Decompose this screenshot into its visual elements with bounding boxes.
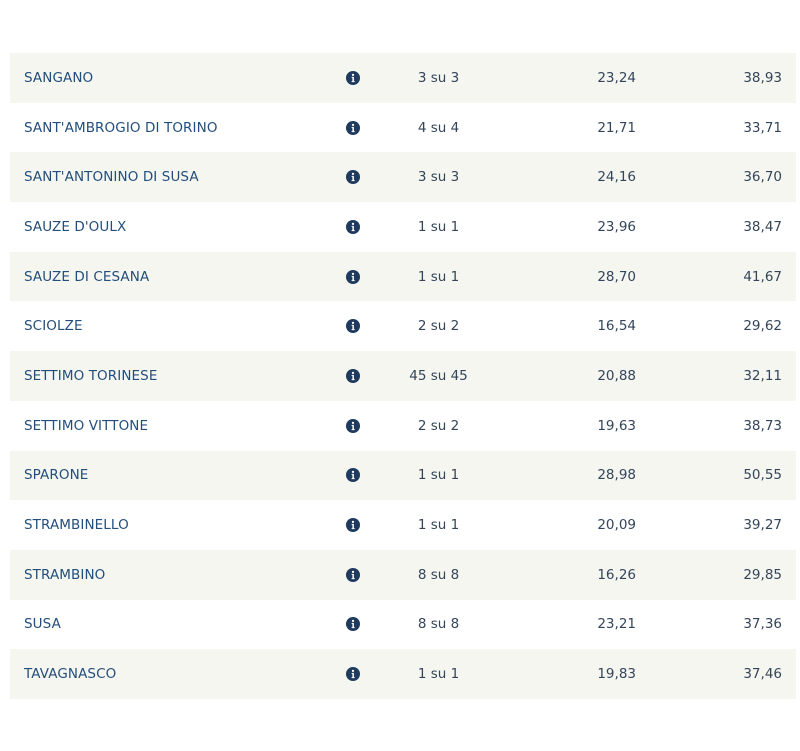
value-column-2: 39,27 bbox=[743, 517, 782, 534]
value-column-1: 16,54 bbox=[597, 318, 636, 335]
value-column-2: 37,46 bbox=[743, 666, 782, 683]
value-column-1: 23,96 bbox=[597, 218, 636, 235]
info-icon bbox=[346, 368, 360, 383]
info-icon bbox=[346, 170, 360, 185]
sections-count: 1 su 1 bbox=[417, 517, 460, 534]
table-row: SCIOLZE 2 su 2 16,54 29,62 bbox=[10, 301, 796, 352]
info-button[interactable] bbox=[346, 649, 360, 699]
value-column-1: 28,98 bbox=[597, 467, 636, 484]
table-row: STRAMBINELLO 1 su 1 20,09 39,27 bbox=[10, 500, 796, 550]
info-button[interactable] bbox=[346, 351, 360, 401]
value-column-2: 37,36 bbox=[743, 616, 782, 633]
value-column-2: 38,73 bbox=[743, 417, 782, 434]
value-column-1: 24,16 bbox=[597, 169, 636, 186]
value-column-1: 21,71 bbox=[597, 119, 636, 136]
sections-count: 4 su 4 bbox=[417, 119, 460, 136]
info-icon bbox=[346, 468, 360, 483]
info-button[interactable] bbox=[346, 550, 360, 600]
value-column-1: 20,88 bbox=[597, 367, 636, 384]
info-icon bbox=[346, 418, 360, 433]
info-button[interactable] bbox=[346, 103, 360, 153]
table-row: SANT'ANTONINO DI SUSA 3 su 3 24,16 36,70 bbox=[10, 152, 796, 203]
sections-count: 2 su 2 bbox=[417, 417, 460, 434]
table-row: SUSA 8 su 8 23,21 37,36 bbox=[10, 599, 796, 650]
municipality-name[interactable]: STRAMBINO bbox=[24, 550, 105, 600]
info-button[interactable] bbox=[346, 53, 360, 103]
sections-count: 1 su 1 bbox=[417, 218, 460, 235]
info-icon bbox=[346, 219, 360, 234]
value-column-2: 41,67 bbox=[743, 268, 782, 285]
value-column-1: 19,83 bbox=[597, 666, 636, 683]
municipality-name[interactable]: SAUZE DI CESANA bbox=[24, 252, 149, 302]
info-icon bbox=[346, 120, 360, 135]
info-button[interactable] bbox=[346, 301, 360, 351]
municipality-name[interactable]: TAVAGNASCO bbox=[24, 649, 116, 699]
info-icon bbox=[346, 319, 360, 334]
value-column-1: 16,26 bbox=[597, 566, 636, 583]
value-column-2: 29,85 bbox=[743, 566, 782, 583]
table-row: SAUZE D'OULX 1 su 1 23,96 38,47 bbox=[10, 202, 796, 252]
value-column-2: 36,70 bbox=[743, 169, 782, 186]
sections-count: 45 su 45 bbox=[409, 367, 468, 384]
table-row: SETTIMO TORINESE 45 su 45 20,88 32,11 bbox=[10, 351, 796, 401]
value-column-1: 28,70 bbox=[597, 268, 636, 285]
results-table: SANGANO 3 su 3 23,24 38,93 SANT'AMBROGIO… bbox=[10, 53, 796, 699]
value-column-1: 23,21 bbox=[597, 616, 636, 633]
info-button[interactable] bbox=[346, 500, 360, 550]
info-icon bbox=[346, 617, 360, 632]
info-icon bbox=[346, 518, 360, 533]
municipality-name[interactable]: SETTIMO VITTONE bbox=[24, 401, 148, 451]
municipality-name[interactable]: SPARONE bbox=[24, 451, 88, 501]
municipality-name[interactable]: SUSA bbox=[24, 600, 61, 650]
municipality-name[interactable]: SETTIMO TORINESE bbox=[24, 351, 157, 401]
value-column-1: 23,24 bbox=[597, 69, 636, 86]
sections-count: 1 su 1 bbox=[417, 467, 460, 484]
value-column-2: 29,62 bbox=[743, 318, 782, 335]
municipality-name[interactable]: SANT'AMBROGIO DI TORINO bbox=[24, 103, 218, 153]
municipality-name[interactable]: SAUZE D'OULX bbox=[24, 202, 126, 252]
table-row: STRAMBINO 8 su 8 16,26 29,85 bbox=[10, 549, 796, 600]
sections-count: 8 su 8 bbox=[417, 566, 460, 583]
table-row: SETTIMO VITTONE 2 su 2 19,63 38,73 bbox=[10, 400, 796, 451]
municipality-name[interactable]: SCIOLZE bbox=[24, 301, 83, 351]
value-column-1: 19,63 bbox=[597, 417, 636, 434]
sections-count: 2 su 2 bbox=[417, 318, 460, 335]
info-button[interactable] bbox=[346, 252, 360, 302]
municipality-name[interactable]: SANGANO bbox=[24, 53, 93, 103]
table-row: SANT'AMBROGIO DI TORINO 4 su 4 21,71 33,… bbox=[10, 102, 796, 153]
info-icon bbox=[346, 667, 360, 682]
sections-count: 1 su 1 bbox=[417, 666, 460, 683]
value-column-2: 38,93 bbox=[743, 69, 782, 86]
value-column-2: 33,71 bbox=[743, 119, 782, 136]
value-column-2: 32,11 bbox=[743, 367, 782, 384]
info-button[interactable] bbox=[346, 401, 360, 451]
sections-count: 1 su 1 bbox=[417, 268, 460, 285]
municipality-name[interactable]: SANT'ANTONINO DI SUSA bbox=[24, 152, 199, 202]
table-row: SPARONE 1 su 1 28,98 50,55 bbox=[10, 450, 796, 501]
info-button[interactable] bbox=[346, 152, 360, 202]
info-button[interactable] bbox=[346, 202, 360, 252]
value-column-2: 50,55 bbox=[743, 467, 782, 484]
table-row: TAVAGNASCO 1 su 1 19,83 37,46 bbox=[10, 649, 796, 699]
info-icon bbox=[346, 567, 360, 582]
sections-count: 8 su 8 bbox=[417, 616, 460, 633]
info-button[interactable] bbox=[346, 600, 360, 650]
info-icon bbox=[346, 70, 360, 85]
value-column-1: 20,09 bbox=[597, 517, 636, 534]
municipality-name[interactable]: STRAMBINELLO bbox=[24, 500, 129, 550]
sections-count: 3 su 3 bbox=[417, 169, 460, 186]
value-column-2: 38,47 bbox=[743, 218, 782, 235]
table-row: SANGANO 3 su 3 23,24 38,93 bbox=[10, 53, 796, 103]
sections-count: 3 su 3 bbox=[417, 69, 460, 86]
info-button[interactable] bbox=[346, 451, 360, 501]
info-icon bbox=[346, 269, 360, 284]
table-row: SAUZE DI CESANA 1 su 1 28,70 41,67 bbox=[10, 251, 796, 302]
